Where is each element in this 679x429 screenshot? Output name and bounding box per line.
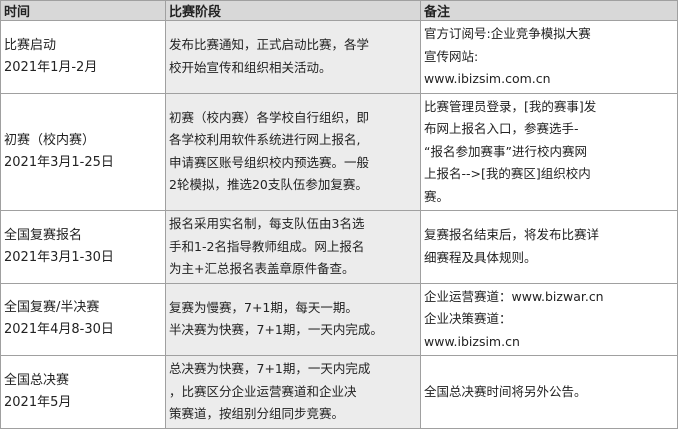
note-cell: 复赛报名结束后，将发布比赛详 细赛程及具体规则。 [420, 210, 678, 284]
note-line: 企业决策赛道： [424, 311, 512, 326]
content-cell: 发布比赛通知，正式启动比赛，各学 校开始宣传和组织相关活动。 [165, 20, 421, 94]
stage-date: 2021年5月 [4, 394, 72, 410]
content-line: 初赛（校内赛）各学校自行组织，即 [169, 109, 370, 125]
content-line: 策赛道，按组别分组同步竞赛。 [169, 406, 345, 421]
header-row: 时间 比赛阶段 备注 [0, 0, 678, 21]
stage-name: 全国复赛/半决赛 [4, 300, 100, 316]
content-line: 手和1-2名指导教师组成。网上报名 [169, 238, 365, 254]
header-phase: 比赛阶段 [165, 0, 421, 21]
note-cell: 比赛管理员登录，[我的赛事]发 布网上报名入口，参赛选手- “报名参加赛事”进行… [420, 92, 678, 211]
content-line: 2轮模拟，推选20支队伍参加复赛。 [169, 177, 368, 193]
content-line: 半决赛为快赛，7+1期，一天内完成。 [169, 322, 383, 338]
note-line: 上报名-->[我的赛区]组织校内 [424, 166, 591, 181]
content-line: ，比赛区分企业运营赛道和企业决 [169, 383, 357, 399]
stage-name: 全国复赛报名 [4, 227, 83, 243]
table-row: 全国总决赛 2021年5月 总决赛为快赛，7+1期，一天内完成 ，比赛区分企业运… [0, 355, 678, 429]
stage-date: 2021年3月1-30日 [4, 249, 114, 265]
note-cell: 官方订阅号:企业竞争模拟大赛 宣传网站: www.ibizsim.com.cn [420, 20, 678, 94]
table-row: 全国复赛报名 2021年3月1-30日 报名采用实名制，每支队伍由3名选 手和1… [0, 210, 678, 284]
stage-cell: 全国复赛报名 2021年3月1-30日 [0, 210, 166, 284]
stage-date: 2021年4月8-30日 [4, 322, 114, 338]
stage-name: 全国总决赛 [4, 372, 70, 388]
note-line: 企业运营赛道：www.bizwar.cn [424, 288, 604, 304]
stage-cell: 全国总决赛 2021年5月 [0, 355, 166, 429]
header-time: 时间 [0, 0, 166, 21]
stage-date: 2021年1月-2月 [4, 59, 98, 75]
note-cell: 企业运营赛道：www.bizwar.cn 企业决策赛道： www.ibizsim… [420, 282, 678, 356]
content-cell: 初赛（校内赛）各学校自行组织，即 各学校利用软件系统进行网上报名, 申请赛区账号… [165, 92, 421, 211]
content-line: 发布比赛通知，正式启动比赛，各学 [169, 37, 370, 53]
note-line: 宣传网站: [424, 48, 479, 64]
table-row: 初赛（校内赛） 2021年3月1-25日 初赛（校内赛）各学校自行组织，即 各学… [0, 92, 678, 211]
content-cell: 报名采用实名制，每支队伍由3名选 手和1-2名指导教师组成。网上报名 为主+汇总… [165, 210, 421, 284]
note-line: 赛。 [424, 188, 450, 204]
note-line: 比赛管理员登录，[我的赛事]发 [424, 98, 597, 114]
stage-name: 初赛（校内赛） [4, 132, 96, 148]
note-line: 细赛程及具体规则。 [424, 249, 537, 265]
stage-cell: 比赛启动 2021年1月-2月 [0, 20, 166, 94]
note-line: www.ibizsim.cn [424, 333, 520, 349]
note-line: 全国总决赛时间将另外公告。 [424, 383, 587, 399]
note-line: 布网上报名入口，参赛选手- [424, 121, 579, 136]
note-line: “报名参加赛事”进行校内赛网 [424, 143, 587, 159]
content-cell: 总决赛为快赛，7+1期，一天内完成 ，比赛区分企业运营赛道和企业决 策赛道，按组… [165, 355, 421, 429]
content-line: 各学校利用软件系统进行网上报名, [169, 132, 361, 148]
note-line: 官方订阅号:企业竞争模拟大赛 [424, 26, 591, 41]
content-line: 复赛为慢赛，7+1期，每天一期。 [169, 299, 358, 315]
content-line: 报名采用实名制，每支队伍由3名选 [169, 216, 365, 231]
table-row: 比赛启动 2021年1月-2月 发布比赛通知，正式启动比赛，各学 校开始宣传和组… [0, 20, 678, 94]
content-line: 申请赛区账号组织校内预选赛。一般 [169, 154, 370, 170]
table-row: 全国复赛/半决赛 2021年4月8-30日 复赛为慢赛，7+1期，每天一期。 半… [0, 282, 678, 356]
content-cell: 复赛为慢赛，7+1期，每天一期。 半决赛为快赛，7+1期，一天内完成。 [165, 282, 421, 356]
stage-date: 2021年3月1-25日 [4, 154, 114, 170]
schedule-table: 时间 比赛阶段 备注 比赛启动 2021年1月-2月 发布比赛通知，正式启动比赛… [0, 0, 678, 429]
content-line: 校开始宣传和组织相关活动。 [169, 59, 332, 75]
content-line: 总决赛为快赛，7+1期，一天内完成 [169, 361, 371, 376]
stage-cell: 初赛（校内赛） 2021年3月1-25日 [0, 92, 166, 211]
stage-cell: 全国复赛/半决赛 2021年4月8-30日 [0, 282, 166, 356]
content-line: 为主+汇总报名表盖章原件备查。 [169, 261, 355, 276]
note-line: www.ibizsim.com.cn [424, 71, 551, 86]
header-notes: 备注 [420, 0, 678, 21]
note-cell: 全国总决赛时间将另外公告。 [420, 355, 678, 429]
stage-name: 比赛启动 [4, 37, 57, 53]
note-line: 复赛报名结束后，将发布比赛详 [424, 227, 600, 243]
